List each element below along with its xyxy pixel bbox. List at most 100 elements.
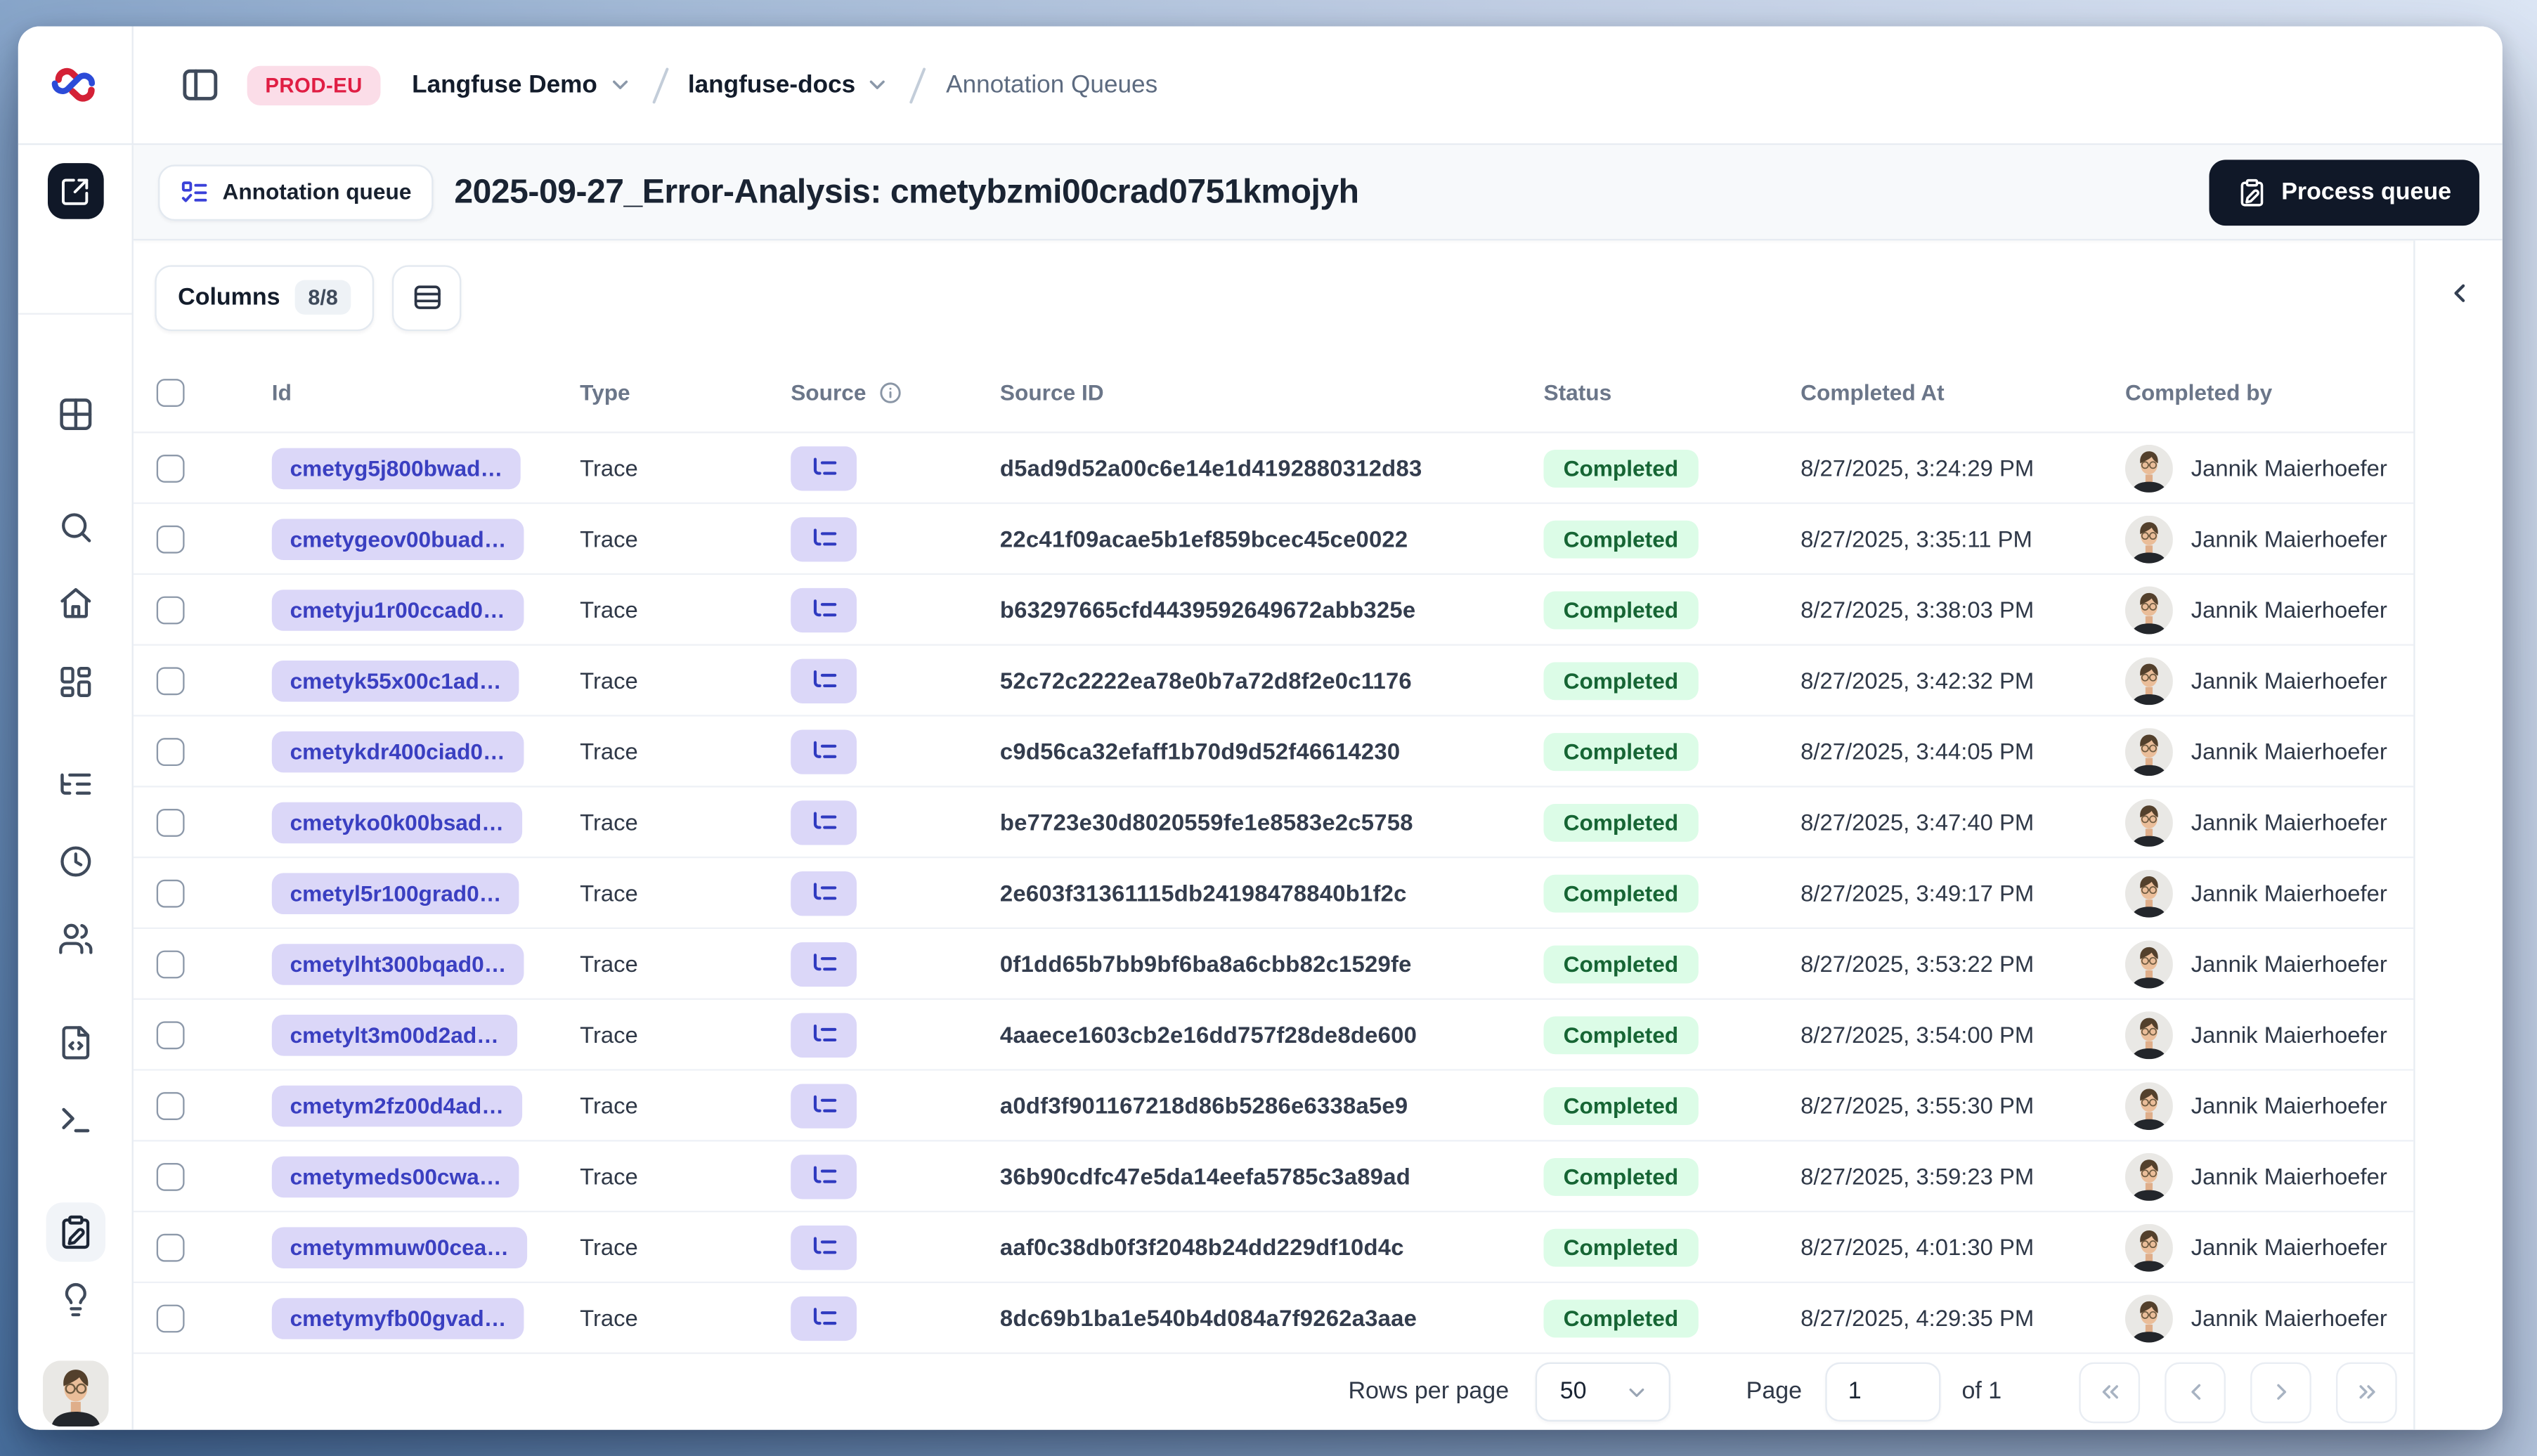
row-completed-at: 8/27/2025, 3:54:00 PM	[1800, 1021, 2035, 1048]
row-source-trace-icon[interactable]	[791, 516, 857, 561]
sidebar-item-sessions[interactable]	[57, 843, 93, 880]
open-external-button[interactable]	[46, 163, 103, 219]
table-row[interactable]: cmetyl5r100grad0… Trace 2e603f31361115db…	[133, 858, 2414, 930]
row-checkbox[interactable]	[156, 807, 185, 836]
sidebar-item-annotation-queues-active[interactable]	[45, 1202, 105, 1262]
table-row[interactable]: cmetyk55x00c1ad… Trace 52c72c2222ea78e0b…	[133, 645, 2414, 717]
row-source-id: d5ad9d52a00c6e14e1d4192880312d83	[999, 454, 1422, 481]
row-height-button[interactable]	[392, 264, 462, 331]
breadcrumb-project[interactable]: langfuse-docs	[688, 71, 890, 99]
row-id-badge[interactable]: cmetymeds00cwa…	[271, 1155, 520, 1197]
row-checkbox[interactable]	[156, 737, 185, 765]
sidebar-item-traces[interactable]	[57, 766, 93, 802]
breadcrumb-org[interactable]: Langfuse Demo	[412, 71, 632, 99]
row-id-badge[interactable]: cmetyl5r100grad0…	[271, 872, 520, 914]
column-header-source[interactable]: Source	[767, 380, 977, 405]
row-id-badge[interactable]: cmetyk55x00c1ad…	[271, 659, 520, 701]
row-completed-at: 8/27/2025, 3:59:23 PM	[1800, 1162, 2035, 1190]
queue-type-badge[interactable]: Annotation queue	[158, 164, 433, 220]
row-id-badge[interactable]: cmetykdr400ciad0…	[271, 730, 524, 772]
column-header-status[interactable]: Status	[1521, 380, 1778, 405]
environment-badge[interactable]: PROD-EU	[247, 65, 381, 105]
langfuse-logo-icon	[51, 67, 96, 102]
completed-by-name: Jannik Maierhoefer	[2191, 596, 2387, 623]
row-source-trace-icon[interactable]	[791, 870, 857, 916]
sidebar-toggle-button[interactable]	[178, 63, 221, 106]
row-checkbox[interactable]	[156, 666, 185, 695]
column-header-id[interactable]: Id	[249, 380, 557, 405]
table-row[interactable]: cmetymmuw00cea… Trace aaf0c38db0f3f2048b…	[133, 1212, 2414, 1284]
row-id-badge[interactable]: cmetyg5j800bwad…	[271, 447, 521, 489]
table-row[interactable]: cmetym2fz00d4ad… Trace a0df3f901167218d8…	[133, 1070, 2414, 1142]
row-checkbox[interactable]	[156, 1304, 185, 1332]
page-number-input[interactable]	[1824, 1362, 1940, 1422]
table-row[interactable]: cmetygeov00buad… Trace 22c41f09acae5b1ef…	[133, 504, 2414, 576]
row-source-trace-icon[interactable]	[791, 587, 857, 632]
row-status-badge: Completed	[1543, 448, 1699, 487]
row-checkbox[interactable]	[156, 524, 185, 553]
column-header-source-id[interactable]: Source ID	[977, 380, 1521, 405]
row-id-badge[interactable]: cmetylt3m00d2ad…	[271, 1013, 517, 1055]
row-source-trace-icon[interactable]	[791, 941, 857, 986]
table-row[interactable]: cmetyg5j800bwad… Trace d5ad9d52a00c6e14e…	[133, 433, 2414, 505]
row-checkbox[interactable]	[156, 1162, 185, 1190]
column-header-completed-by[interactable]: Completed by	[2102, 380, 2413, 405]
row-checkbox[interactable]	[156, 1020, 185, 1049]
row-source-trace-icon[interactable]	[791, 446, 857, 490]
row-checkbox[interactable]	[156, 595, 185, 624]
rows-per-page-select[interactable]: 50	[1535, 1362, 1670, 1422]
row-source-trace-icon[interactable]	[791, 1012, 857, 1057]
table-row[interactable]: cmetykdr400ciad0… Trace c9d56ca32efaff1b…	[133, 716, 2414, 788]
table-row[interactable]: cmetymyfb00gvad… Trace 8dc69b1ba1e540b4d…	[133, 1283, 2414, 1354]
row-checkbox[interactable]	[156, 1091, 185, 1119]
column-header-completed-at[interactable]: Completed At	[1777, 380, 2102, 405]
row-checkbox[interactable]	[156, 1233, 185, 1261]
clipboard-pen-icon	[2240, 178, 2263, 206]
select-all-checkbox[interactable]	[156, 379, 185, 408]
table-row[interactable]: cmetyko0k00bsad… Trace be7723e30d8020559…	[133, 787, 2414, 859]
columns-button[interactable]: Columns 8/8	[155, 264, 375, 331]
row-checkbox[interactable]	[156, 453, 185, 482]
first-page-button[interactable]	[2079, 1361, 2141, 1423]
table-row[interactable]: cmetylt3m00d2ad… Trace 4aaece1603cb2e16d…	[133, 999, 2414, 1071]
home-icon	[60, 587, 91, 618]
sidebar-item-search[interactable]	[57, 509, 93, 545]
completed-by-name: Jannik Maierhoefer	[2191, 1233, 2387, 1261]
column-header-type[interactable]: Type	[557, 380, 767, 405]
row-completed-by: Jannik Maierhoefer	[2102, 1010, 2413, 1059]
sidebar-item-tables[interactable]	[56, 396, 94, 434]
row-id-badge[interactable]: cmetymyfb00gvad…	[271, 1297, 525, 1339]
row-id-badge[interactable]: cmetyko0k00bsad…	[271, 801, 522, 843]
langfuse-logo[interactable]	[18, 26, 134, 143]
row-id-badge[interactable]: cmetygeov00buad…	[271, 518, 525, 559]
table-row[interactable]: cmetyju1r00ccad0… Trace b63297665cfd4439…	[133, 575, 2414, 646]
sidebar-item-users[interactable]	[57, 921, 93, 957]
row-id-badge[interactable]: cmetylht300bqad0…	[271, 943, 525, 984]
collapse-panel-button[interactable]	[2437, 270, 2483, 316]
row-source-trace-icon[interactable]	[791, 1224, 857, 1270]
row-source-trace-icon[interactable]	[791, 729, 857, 774]
row-id-badge[interactable]: cmetyju1r00ccad0…	[271, 589, 524, 630]
previous-page-button[interactable]	[2165, 1361, 2226, 1423]
row-source-trace-icon[interactable]	[791, 658, 857, 703]
row-source-trace-icon[interactable]	[791, 800, 857, 845]
sidebar-item-dashboards[interactable]	[57, 664, 93, 701]
process-queue-button[interactable]: Process queue	[2209, 159, 2479, 225]
row-source-trace-icon[interactable]	[791, 1154, 857, 1199]
next-page-button[interactable]	[2250, 1361, 2311, 1423]
row-status-badge: Completed	[1543, 1299, 1699, 1337]
last-page-button[interactable]	[2336, 1361, 2397, 1423]
sidebar-item-prompts[interactable]	[57, 1025, 93, 1061]
table-row[interactable]: cmetylht300bqad0… Trace 0f1dd65b7bb9bf6b…	[133, 929, 2414, 1000]
row-id-badge[interactable]: cmetymmuw00cea…	[271, 1226, 527, 1268]
row-checkbox[interactable]	[156, 949, 185, 978]
row-id-badge[interactable]: cmetym2fz00d4ad…	[271, 1084, 522, 1126]
row-source-trace-icon[interactable]	[791, 1083, 857, 1128]
sidebar-item-playground[interactable]	[57, 1102, 93, 1138]
row-source-trace-icon[interactable]	[791, 1295, 857, 1340]
user-avatar[interactable]	[41, 1360, 108, 1427]
sidebar-item-home[interactable]	[57, 585, 93, 621]
table-row[interactable]: cmetymeds00cwa… Trace 36b90cdfc47e5da14e…	[133, 1141, 2414, 1213]
row-checkbox[interactable]	[156, 878, 185, 907]
sidebar-item-insights[interactable]	[57, 1282, 93, 1318]
